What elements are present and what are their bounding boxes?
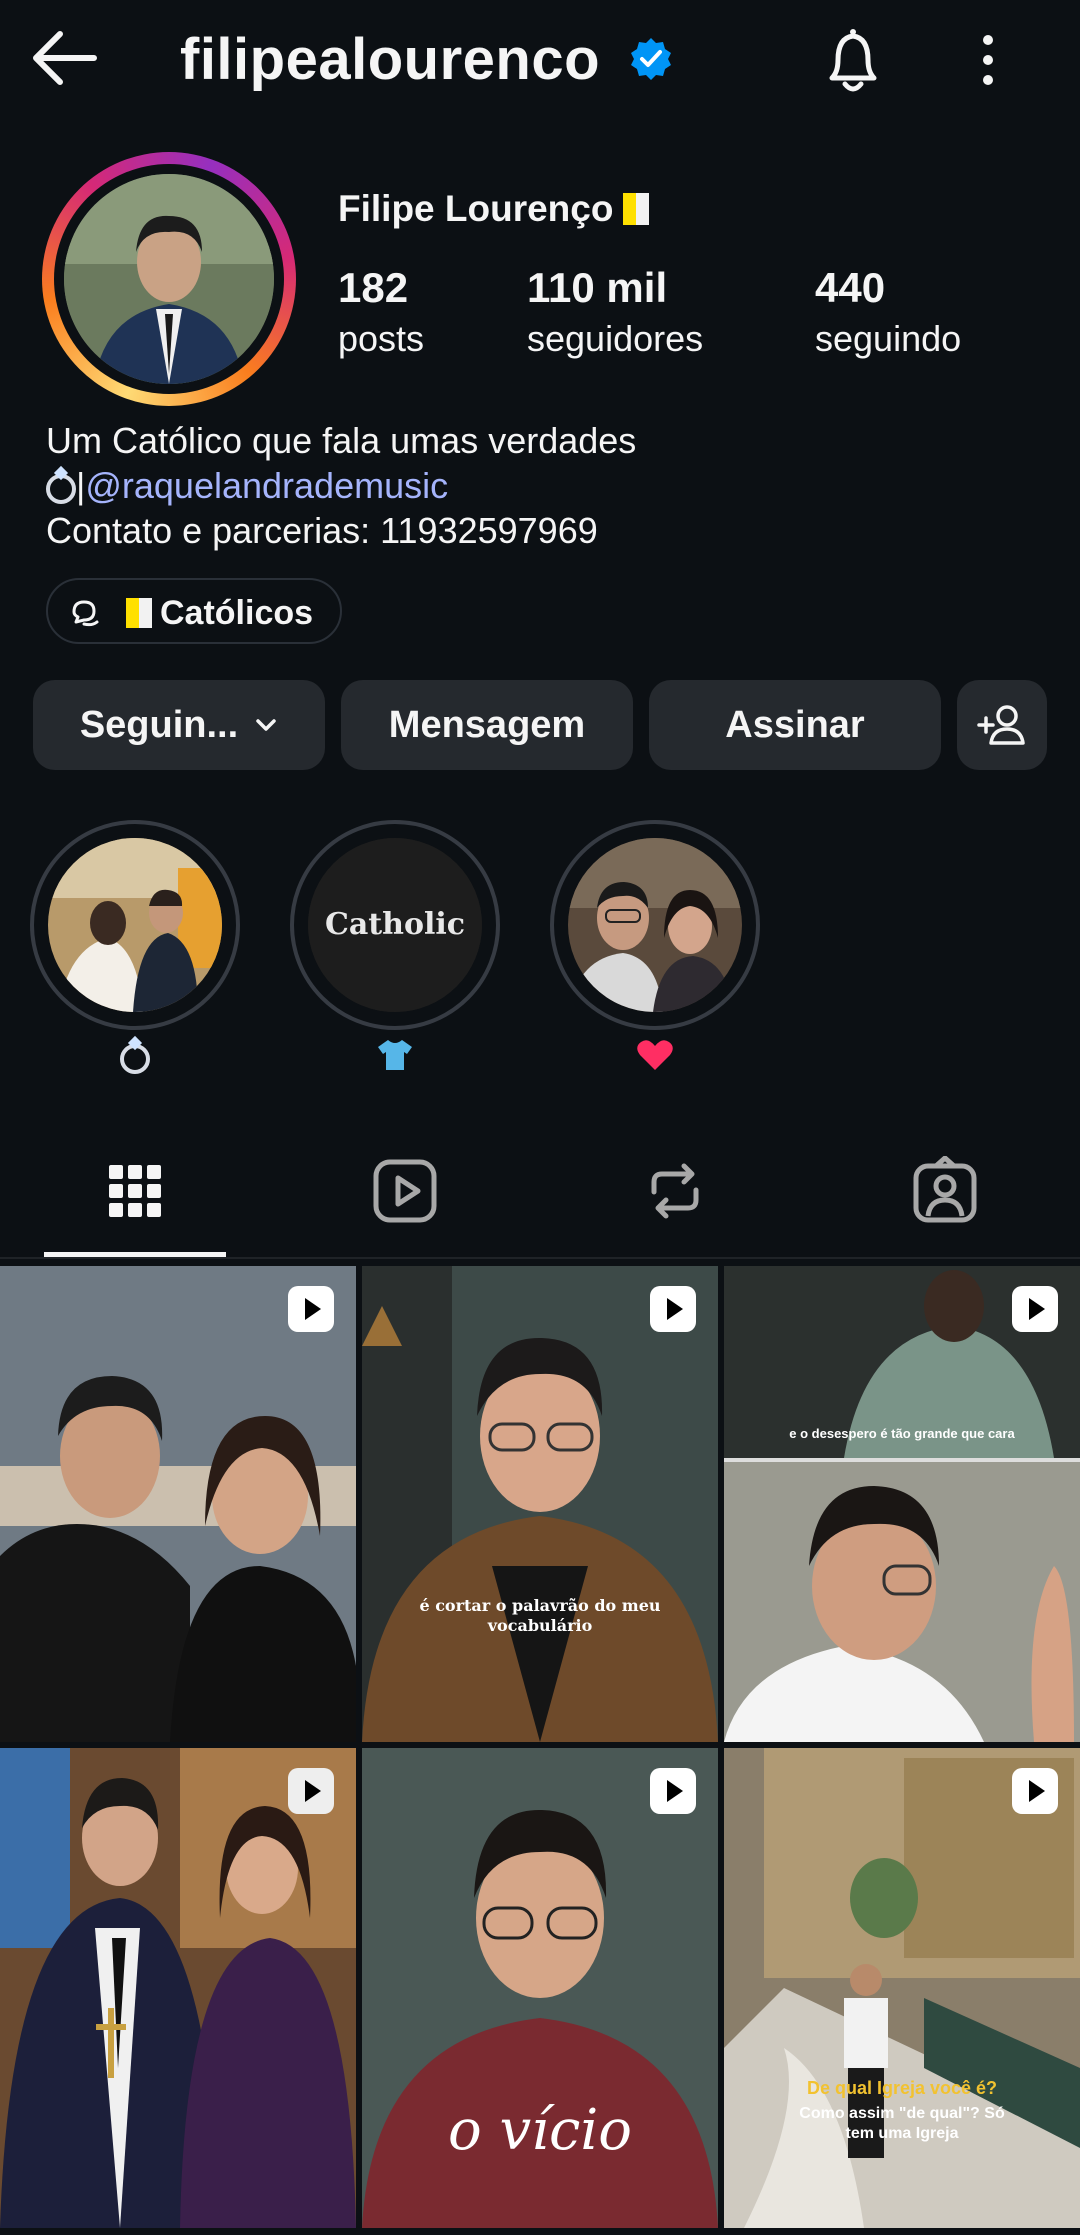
stat-posts[interactable]: 182 posts [338,262,424,364]
bio-mention-link[interactable]: @raquelandrademusic [85,465,448,506]
more-options-icon[interactable] [968,30,1008,90]
post-1[interactable] [0,1266,356,1742]
post-6-caption-answer: Como assim "de qual"? Só tem uma Igreja [799,2105,1005,2142]
vatican-flag-icon [623,193,650,225]
highlight-3-label [550,1038,760,1081]
channel-icon [72,600,99,627]
highlight-2-label [290,1038,500,1081]
top-bar: filipealourenco [0,0,1080,120]
chevron-down-icon [256,719,276,731]
highlight-1-label [30,1038,240,1077]
vatican-flag-icon [126,598,152,628]
ring-icon [46,474,76,504]
highlight-catholic-cover: Catholic [308,838,482,1012]
broadcast-channel-chip[interactable]: Católicos [46,578,342,644]
reel-indicator-icon [650,1768,696,1814]
suggest-people-button[interactable] [957,680,1047,770]
reposts-icon[interactable] [640,1156,710,1226]
highlight-3[interactable] [550,820,760,1030]
following-button[interactable]: Seguin... [33,680,325,770]
post-2[interactable]: é cortar o palavrão do meu vocabulário [362,1266,718,1742]
post-4[interactable] [0,1748,356,2228]
carousel-indicator-icon [288,1768,334,1814]
post-3-caption: e o desespero é tão grande que cara [789,1426,1015,1441]
bio-line-2: |@raquelandrademusic [46,463,636,508]
tagged-icon[interactable] [910,1156,980,1226]
shirt-icon [378,1040,412,1070]
reel-indicator-icon [1012,1768,1058,1814]
grid-icon[interactable] [100,1156,170,1226]
highlight-wedding-photo [48,838,222,1012]
post-3[interactable]: e o desespero é tão grande que cara [724,1266,1080,1742]
notification-bell-icon[interactable] [818,22,888,102]
post-6[interactable]: De qual Igreja você é? Como assim "de qu… [724,1748,1080,2228]
ring-icon [120,1044,150,1074]
highlight-1[interactable] [30,820,240,1030]
add-person-icon [977,705,1025,745]
post-6-image [724,1748,1080,2228]
avatar-photo [64,174,274,384]
reel-indicator-icon [1012,1286,1058,1332]
profile-bio: Um Católico que fala umas verdades |@raq… [46,418,636,553]
reel-indicator-icon [650,1286,696,1332]
stat-followers[interactable]: 110 mil seguidores [527,262,703,364]
post-3-image [724,1266,1080,1742]
post-4-image [0,1748,356,2228]
post-5-caption: o vício [447,2098,633,2163]
message-button[interactable]: Mensagem [341,680,633,770]
profile-username: filipealourenco [180,27,601,92]
subscribe-button[interactable]: Assinar [649,680,941,770]
highlight-couple-photo [568,838,742,1012]
highlight-cover-text: Catholic [325,907,465,942]
bio-line-3: Contato e parcerias: 11932597969 [46,510,598,551]
post-1-image [0,1266,356,1742]
bio-line-1: Um Católico que fala umas verdades [46,420,637,461]
stat-following[interactable]: 440 seguindo [815,262,961,364]
back-arrow-icon[interactable] [30,28,100,88]
reel-indicator-icon [288,1286,334,1332]
post-2-image [362,1266,718,1742]
post-2-caption: é cortar o palavrão do meu vocabulário [419,1596,661,1635]
display-name: Filipe Lourenço [338,188,650,230]
profile-avatar[interactable] [64,174,274,384]
highlight-2[interactable]: Catholic [290,820,500,1030]
post-6-caption-question: De qual Igreja você é? [806,2078,998,2098]
reels-icon[interactable] [370,1156,440,1226]
heart-icon [637,1040,673,1070]
verified-badge-icon [631,38,671,80]
post-5[interactable]: o vício [362,1748,718,2228]
